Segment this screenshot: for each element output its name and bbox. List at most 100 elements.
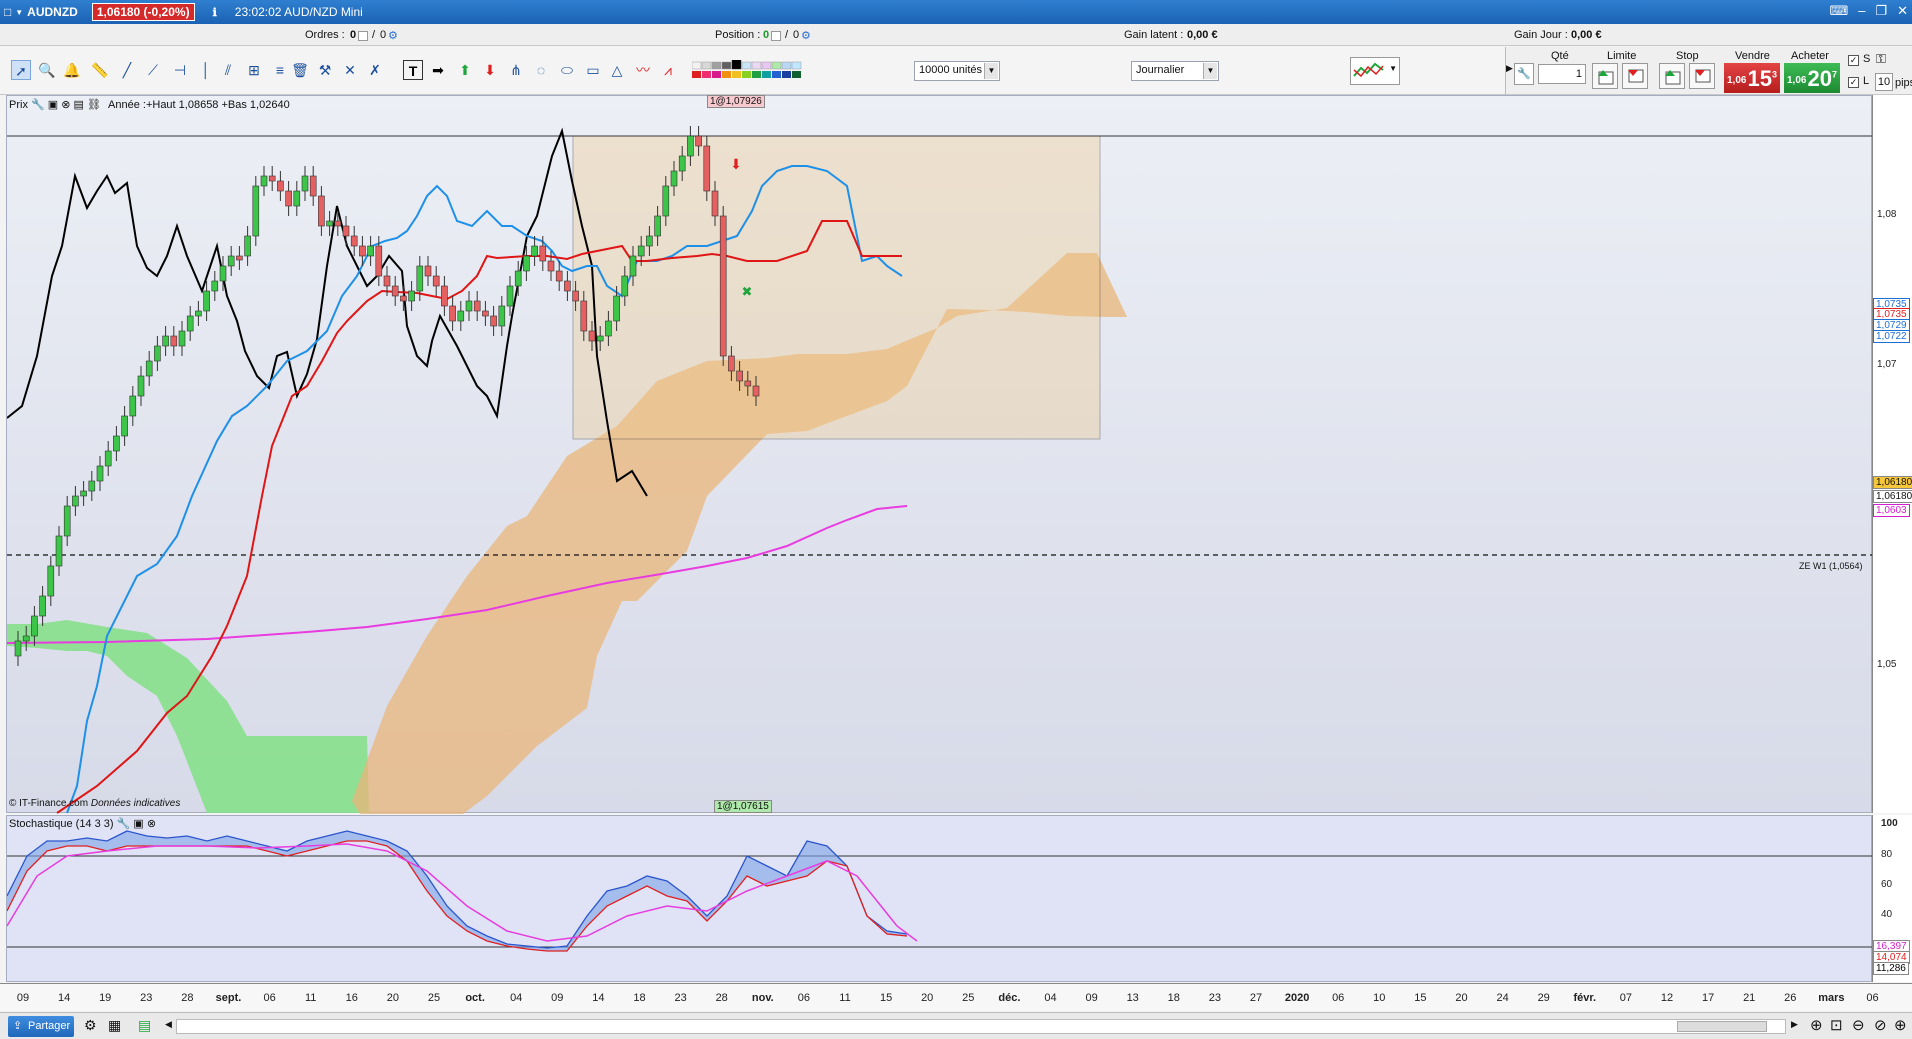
- close-icon[interactable]: ✕: [1897, 3, 1908, 19]
- window-icon[interactable]: ▣: [133, 818, 143, 830]
- limit-sell-button[interactable]: [1622, 63, 1648, 89]
- date-label: 15: [879, 992, 893, 1004]
- settings-icon[interactable]: ⚙: [84, 1017, 97, 1034]
- window-icon[interactable]: □: [4, 5, 11, 19]
- pips-input[interactable]: 10: [1875, 73, 1893, 91]
- qty-input[interactable]: 1: [1538, 64, 1586, 84]
- period-select[interactable]: Journalier ▼: [1131, 61, 1219, 81]
- horizontal-line-tool-icon[interactable]: ⊣: [170, 60, 190, 80]
- bull-candle: [129, 395, 137, 417]
- bull-candle: [121, 415, 128, 437]
- price-axis[interactable]: 1,08 1,07 1,05 1,0735 1,0735 1,0729 1,07…: [1872, 95, 1912, 813]
- position-value[interactable]: 0: [763, 29, 769, 41]
- grid-tool-icon[interactable]: ⊞: [244, 60, 264, 80]
- window-icon[interactable]: ▣: [48, 99, 58, 111]
- magnet-tool-icon[interactable]: ⚒: [315, 60, 335, 80]
- arrow-down-tool-icon[interactable]: ⬇: [480, 60, 500, 80]
- indicators-icon[interactable]: ▤: [138, 1017, 151, 1034]
- position-value-2[interactable]: 0: [793, 29, 799, 41]
- zigzag-tool-icon[interactable]: ⩘: [658, 60, 678, 80]
- text-tool-icon[interactable]: T: [403, 60, 423, 80]
- layout-icon[interactable]: ▦: [108, 1017, 121, 1034]
- symbol-label[interactable]: AUDNZD: [27, 5, 78, 19]
- position-edit-icon[interactable]: [771, 31, 781, 41]
- stop-settings-icon[interactable]: ⚿: [1876, 51, 1886, 67]
- rectangle-tool-icon[interactable]: ▭: [583, 60, 603, 80]
- delete-tool-icon[interactable]: 🗑: [290, 60, 310, 80]
- chart-type-button[interactable]: ▼: [1350, 57, 1400, 85]
- scroll-left-icon[interactable]: ◀: [165, 1019, 172, 1030]
- buy-button[interactable]: 1,06 207: [1784, 63, 1840, 93]
- ruler-tool-icon[interactable]: 📏: [90, 60, 110, 80]
- share-button[interactable]: ⇪ Partager: [8, 1016, 74, 1037]
- zoom-out-icon[interactable]: ⊖: [1852, 1016, 1865, 1034]
- zoom-reset-icon[interactable]: ⊘: [1874, 1016, 1887, 1034]
- lasso-tool-icon[interactable]: ◌: [531, 60, 551, 80]
- checkbox-l[interactable]: ✓: [1848, 77, 1859, 88]
- stop-label: Stop: [1676, 50, 1699, 62]
- ellipse-tool-icon[interactable]: ⬭: [557, 60, 577, 80]
- link-icon[interactable]: ⛓: [87, 99, 101, 111]
- scroll-right-icon[interactable]: ▶: [1791, 1019, 1798, 1030]
- price-chart-canvas[interactable]: ⬇ ✖: [7, 96, 1873, 814]
- collapse-arrow-icon[interactable]: ▶: [1506, 63, 1513, 74]
- color-swatches[interactable]: [691, 57, 812, 80]
- bull-candle: [613, 295, 620, 322]
- info-icon[interactable]: ℹ: [213, 6, 217, 19]
- date-axis[interactable]: 09 14 19 23 28 sept. 06 11 16 20 25 oct. 04 09 14 18 23 2…: [0, 983, 1912, 1011]
- checkbox-s[interactable]: ✓: [1848, 55, 1859, 66]
- trendline-tool-icon[interactable]: ╱: [117, 60, 137, 80]
- polyline-tool-icon[interactable]: 〰: [633, 60, 653, 80]
- close-icon[interactable]: ⊗: [61, 99, 70, 111]
- arrow-right-tool-icon[interactable]: ➡: [428, 60, 448, 80]
- cross-tool-icon[interactable]: ✕: [340, 60, 360, 80]
- alert-bell-icon[interactable]: 🔔: [62, 60, 82, 80]
- orders-value-2[interactable]: 0: [380, 29, 386, 41]
- limit-buy-button[interactable]: [1592, 63, 1618, 89]
- wrench-icon[interactable]: 🔧: [31, 99, 45, 111]
- sto-k-tag: 11,286: [1873, 962, 1909, 975]
- wrench-icon[interactable]: 🔧: [117, 818, 131, 830]
- zoom-tool-icon[interactable]: 🔍: [37, 60, 57, 80]
- scrollbar-thumb[interactable]: [1677, 1021, 1767, 1032]
- triangle-tool-icon[interactable]: △: [607, 60, 627, 80]
- bull-candle: [506, 285, 514, 307]
- pitchfork-tool-icon[interactable]: ⋔: [506, 60, 526, 80]
- wrench-icon[interactable]: 🔧: [1514, 63, 1534, 85]
- stop-buy-button[interactable]: [1659, 63, 1685, 89]
- orders-edit-icon[interactable]: [358, 31, 368, 41]
- close-icon[interactable]: ⊗: [147, 818, 156, 830]
- orders-link-icon[interactable]: ⚙: [388, 29, 398, 42]
- fit-icon[interactable]: ⊡: [1830, 1016, 1843, 1034]
- ray-tool-icon[interactable]: ⟋: [143, 60, 163, 80]
- date-label: 23: [140, 992, 153, 1004]
- bear-candle: [547, 260, 555, 272]
- horizontal-scrollbar[interactable]: [176, 1019, 1786, 1034]
- price-tick: 1,08: [1877, 209, 1897, 220]
- menu-chevron-icon[interactable]: ▼: [15, 8, 23, 17]
- top-price-tag: 1@1,07926: [707, 95, 765, 108]
- color-palette[interactable]: [691, 57, 812, 80]
- zoom-in-icon[interactable]: ⊕: [1894, 1016, 1907, 1034]
- position-link-icon[interactable]: ⚙: [801, 29, 811, 42]
- date-label: 25: [427, 992, 441, 1004]
- stochastic-panel[interactable]: Stochastique (14 3 3) 🔧 ▣ ⊗: [6, 815, 1873, 983]
- crosshair-icon[interactable]: ⊕: [1810, 1016, 1823, 1034]
- keyboard-icon[interactable]: ⌨: [1829, 3, 1848, 19]
- units-select[interactable]: 10000 unités ▼: [914, 61, 1000, 81]
- fibonacci-tool-icon[interactable]: ≡: [270, 60, 290, 80]
- stop-sell-button[interactable]: [1689, 63, 1715, 89]
- orders-value[interactable]: 0: [350, 29, 356, 41]
- fan-tool-icon[interactable]: ✗: [365, 60, 385, 80]
- minimize-icon[interactable]: –: [1858, 3, 1865, 19]
- date-label: 18: [633, 992, 646, 1004]
- list-icon[interactable]: ▤: [74, 99, 84, 111]
- restore-icon[interactable]: ❐: [1875, 3, 1887, 19]
- channel-tool-icon[interactable]: ⫽: [218, 60, 238, 80]
- vertical-line-tool-icon[interactable]: │: [196, 60, 216, 80]
- sell-button[interactable]: 1,06 153: [1724, 63, 1780, 93]
- pointer-tool-icon[interactable]: ➚: [11, 60, 31, 80]
- arrow-up-tool-icon[interactable]: ⬆: [455, 60, 475, 80]
- stochastic-canvas[interactable]: [7, 816, 1873, 983]
- price-chart[interactable]: ⬇ ✖ Prix 🔧 ▣ ⊗ ▤ ⛓ Année :+Haut 1,08658 …: [6, 95, 1873, 814]
